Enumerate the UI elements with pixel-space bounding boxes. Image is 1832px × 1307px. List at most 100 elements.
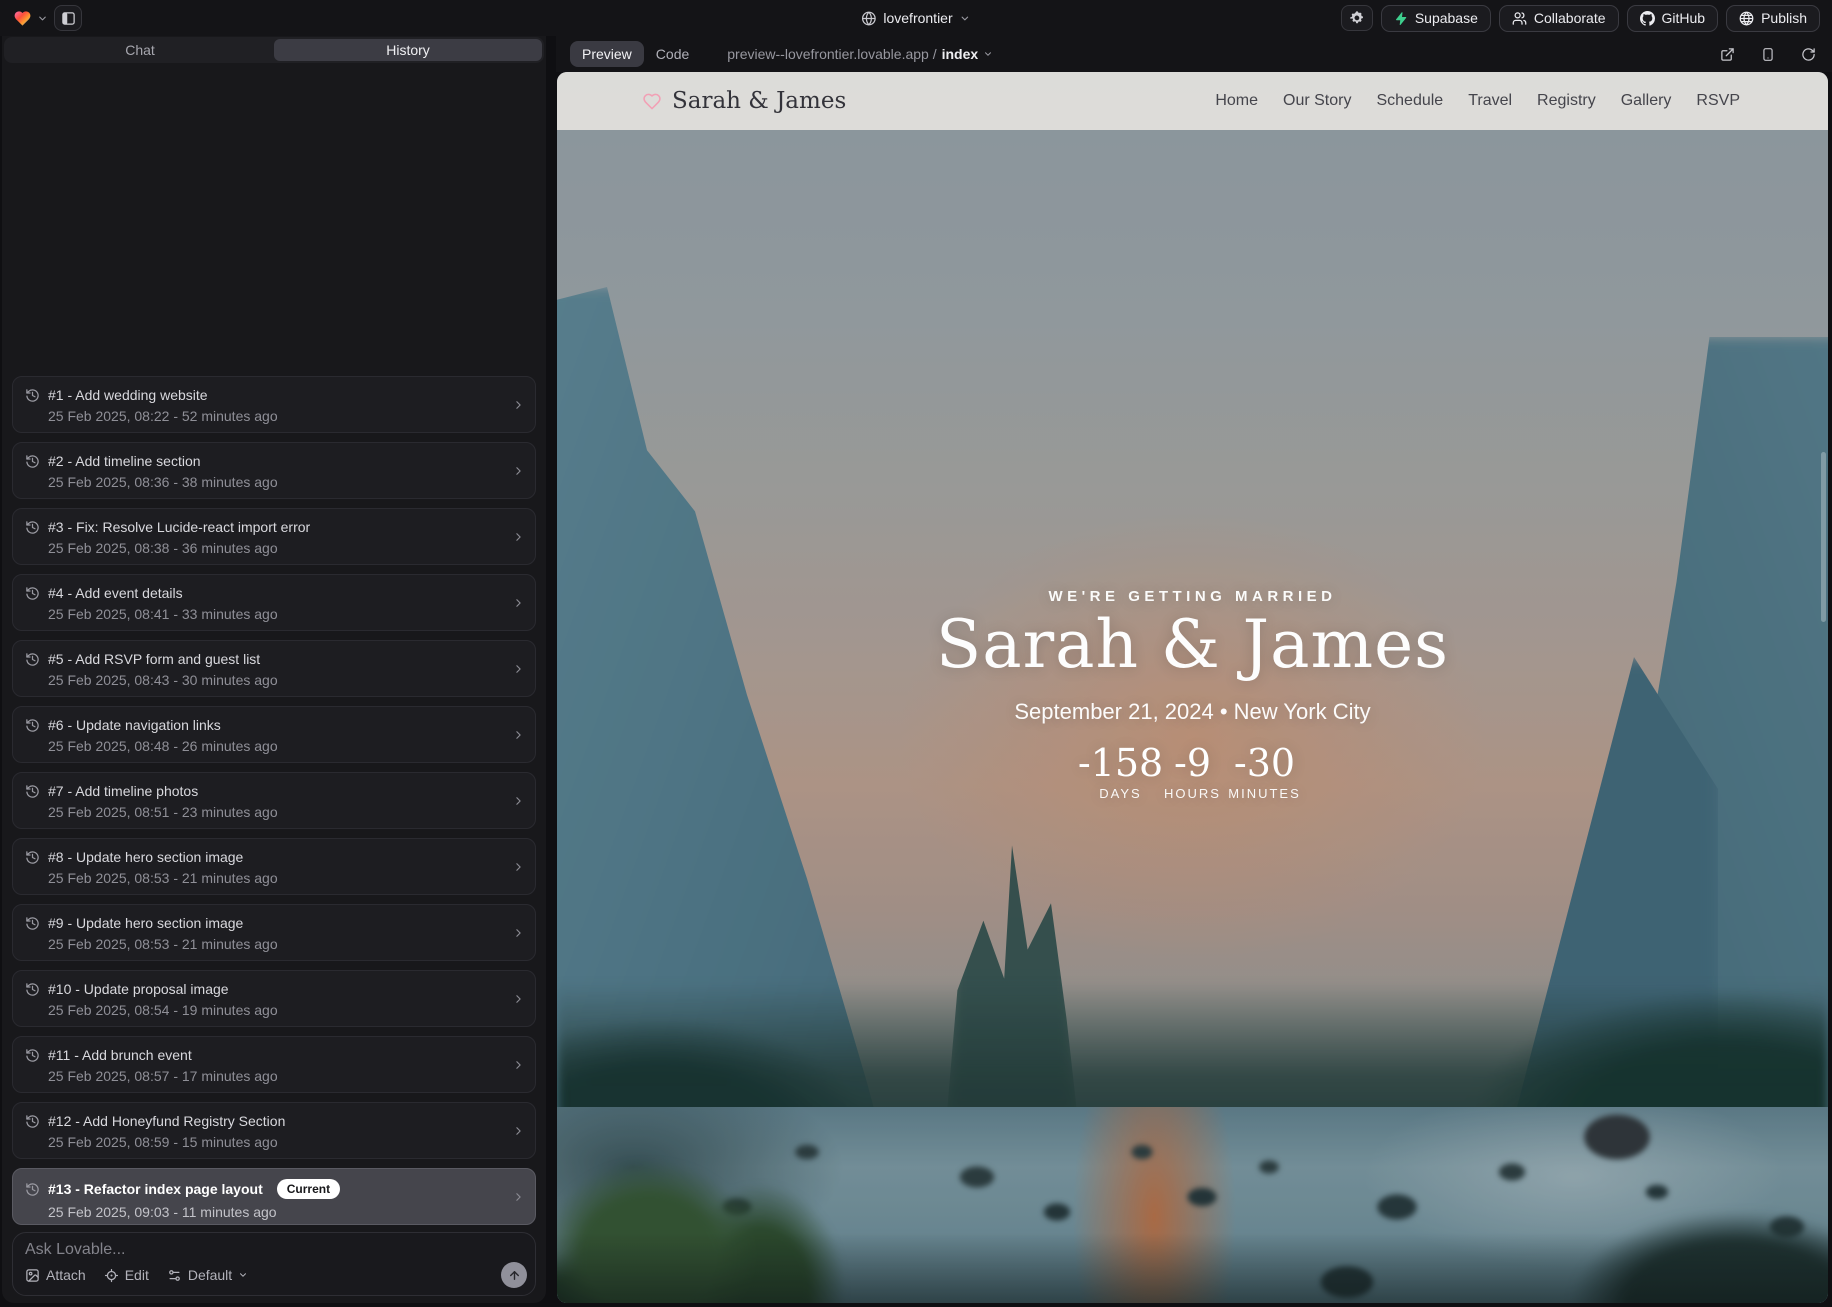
refresh-button[interactable]	[1801, 47, 1816, 62]
history-item[interactable]: #10 - Update proposal image 25 Feb 2025,…	[12, 970, 536, 1027]
nav-link-travel[interactable]: Travel	[1468, 92, 1512, 110]
hero-section: WE'RE GETTING MARRIED Sarah & James Sept…	[557, 72, 1828, 1303]
supabase-label: Supabase	[1415, 10, 1478, 26]
chevron-right-icon	[512, 794, 525, 807]
history-item-title: #4 - Add event details	[48, 585, 183, 601]
chevron-right-icon	[512, 398, 525, 411]
collaborate-label: Collaborate	[1534, 10, 1606, 26]
history-item[interactable]: #7 - Add timeline photos 25 Feb 2025, 08…	[12, 772, 536, 829]
open-in-new-tab-button[interactable]	[1720, 47, 1735, 62]
supabase-button[interactable]: Supabase	[1381, 5, 1491, 32]
countdown-minutes-value: -30	[1234, 744, 1295, 782]
locate-icon	[104, 1268, 119, 1283]
publish-label: Publish	[1761, 10, 1807, 26]
history-item-timestamp: 25 Feb 2025, 08:54 - 19 minutes ago	[48, 1002, 505, 1018]
github-button[interactable]: GitHub	[1627, 5, 1719, 32]
chevron-right-icon	[512, 992, 525, 1005]
hero-eyebrow: WE'RE GETTING MARRIED	[1048, 588, 1336, 605]
chat-history-panel: Chat History #1 - Add wedding website 25…	[2, 36, 546, 1303]
history-item[interactable]: #6 - Update navigation links 25 Feb 2025…	[12, 706, 536, 763]
history-item[interactable]: #9 - Update hero section image 25 Feb 20…	[12, 904, 536, 961]
project-switcher[interactable]: lovefrontier	[861, 0, 970, 36]
nav-link-home[interactable]: Home	[1215, 92, 1258, 110]
attach-button[interactable]: Attach	[25, 1267, 86, 1283]
collaborate-button[interactable]: Collaborate	[1499, 5, 1619, 32]
lovable-logo-menu[interactable]	[12, 9, 48, 28]
nav-link-schedule[interactable]: Schedule	[1376, 92, 1443, 110]
history-item-timestamp: 25 Feb 2025, 08:57 - 17 minutes ago	[48, 1068, 505, 1084]
tab-chat[interactable]: Chat	[6, 39, 274, 61]
history-icon	[25, 982, 40, 997]
tab-history[interactable]: History	[274, 39, 542, 61]
hero-title: Sarah & James	[936, 607, 1449, 683]
hero-date-location: September 21, 2024 • New York City	[1014, 699, 1370, 725]
history-item-timestamp: 25 Feb 2025, 08:22 - 52 minutes ago	[48, 408, 505, 424]
history-item-timestamp: 25 Feb 2025, 08:59 - 15 minutes ago	[48, 1134, 505, 1150]
history-item[interactable]: #1 - Add wedding website 25 Feb 2025, 08…	[12, 376, 536, 433]
nav-link-gallery[interactable]: Gallery	[1621, 92, 1672, 110]
history-icon	[25, 652, 40, 667]
settings-button[interactable]	[1341, 5, 1373, 31]
site-nav: Home Our Story Schedule Travel Registry Galle…	[1215, 92, 1740, 110]
history-icon	[25, 388, 40, 403]
edit-select-button[interactable]: Edit	[104, 1267, 149, 1283]
history-item[interactable]: #8 - Update hero section image 25 Feb 20…	[12, 838, 536, 895]
history-item-timestamp: 25 Feb 2025, 08:48 - 26 minutes ago	[48, 738, 505, 754]
preview-url[interactable]: preview--lovefrontier.lovable.app / inde…	[727, 46, 993, 62]
mode-selector[interactable]: Default	[167, 1267, 248, 1283]
site-logo[interactable]: Sarah & James	[642, 88, 846, 114]
chevron-down-icon	[983, 49, 993, 59]
chevron-right-icon	[512, 728, 525, 741]
history-item-title: #9 - Update hero section image	[48, 915, 243, 931]
nav-link-rsvp[interactable]: RSVP	[1696, 92, 1740, 110]
tab-preview[interactable]: Preview	[570, 41, 644, 67]
chevron-right-icon	[512, 926, 525, 939]
chevron-down-icon	[37, 13, 48, 24]
nav-link-our-story[interactable]: Our Story	[1283, 92, 1351, 110]
history-item-title: #5 - Add RSVP form and guest list	[48, 651, 260, 667]
publish-button[interactable]: Publish	[1726, 5, 1820, 32]
chevron-right-icon	[512, 596, 525, 609]
history-icon	[25, 850, 40, 865]
history-item[interactable]: #5 - Add RSVP form and guest list 25 Feb…	[12, 640, 536, 697]
history-item-title: #1 - Add wedding website	[48, 387, 208, 403]
history-item-timestamp: 25 Feb 2025, 08:51 - 23 minutes ago	[48, 804, 505, 820]
image-attach-icon	[25, 1268, 40, 1283]
preview-toolbar: Preview Code preview--lovefrontier.lovab…	[556, 36, 1832, 72]
countdown-hours-value: -9	[1174, 744, 1211, 782]
history-item-title: #2 - Add timeline section	[48, 453, 201, 469]
nav-link-registry[interactable]: Registry	[1537, 92, 1596, 110]
history-item-title: #10 - Update proposal image	[48, 981, 229, 997]
github-icon	[1640, 11, 1655, 26]
history-item[interactable]: #13 - Refactor index page layout Current…	[12, 1168, 536, 1225]
history-item-title: #11 - Add brunch event	[48, 1047, 192, 1063]
history-item[interactable]: #12 - Add Honeyfund Registry Section 25 …	[12, 1102, 536, 1159]
toggle-sidebar-button[interactable]	[54, 5, 82, 31]
app-topbar: lovefrontier Supabase Collaborate	[0, 0, 1832, 36]
chevron-right-icon	[512, 530, 525, 543]
chevron-right-icon	[512, 1058, 525, 1071]
supabase-icon	[1394, 11, 1408, 26]
chevron-right-icon	[512, 464, 525, 477]
history-item-title: #6 - Update navigation links	[48, 717, 221, 733]
chevron-right-icon	[512, 1124, 525, 1137]
history-item-title: #7 - Add timeline photos	[48, 783, 198, 799]
history-item-timestamp: 25 Feb 2025, 08:53 - 21 minutes ago	[48, 870, 505, 886]
send-button[interactable]	[501, 1262, 527, 1288]
mobile-view-button[interactable]	[1761, 47, 1775, 62]
users-icon	[1512, 11, 1527, 26]
preview-url-base: preview--lovefrontier.lovable.app /	[727, 46, 936, 62]
history-item-timestamp: 25 Feb 2025, 08:53 - 21 minutes ago	[48, 936, 505, 952]
globe-icon	[861, 11, 876, 26]
history-item[interactable]: #3 - Fix: Resolve Lucide-react import er…	[12, 508, 536, 565]
prompt-composer: Attach Edit Default	[12, 1232, 536, 1296]
globe-icon	[1739, 11, 1754, 26]
history-item[interactable]: #11 - Add brunch event 25 Feb 2025, 08:5…	[12, 1036, 536, 1093]
history-icon	[25, 916, 40, 931]
tab-code[interactable]: Code	[644, 41, 701, 67]
history-item[interactable]: #2 - Add timeline section 25 Feb 2025, 0…	[12, 442, 536, 499]
history-item[interactable]: #4 - Add event details 25 Feb 2025, 08:4…	[12, 574, 536, 631]
history-item-timestamp: 25 Feb 2025, 08:38 - 36 minutes ago	[48, 540, 505, 556]
history-list: #1 - Add wedding website 25 Feb 2025, 08…	[2, 376, 546, 1227]
history-icon	[25, 1048, 40, 1063]
